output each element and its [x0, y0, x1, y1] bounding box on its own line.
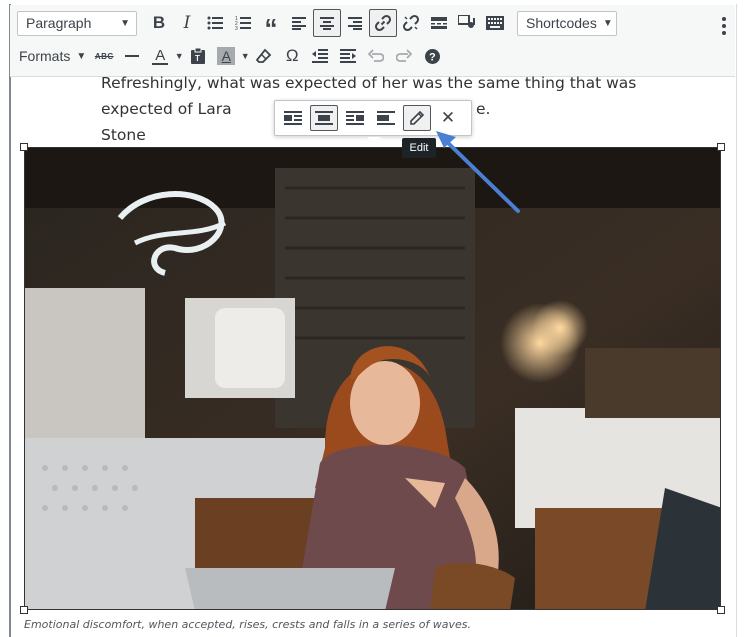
- paragraph-line-2-end: e.: [476, 100, 491, 118]
- vertical-ellipsis-icon: [722, 17, 726, 35]
- redo-button[interactable]: [390, 42, 418, 70]
- formats-label: Formats: [19, 48, 71, 64]
- shortcodes-value: Shortcodes: [526, 15, 597, 31]
- undo-button[interactable]: [362, 42, 390, 70]
- shortcodes-select[interactable]: Shortcodes ▼: [517, 10, 617, 36]
- toolbar-row-2: Formats ▼ ABC A ▼ T A ▼ Ω ?: [10, 40, 446, 72]
- increase-indent-button[interactable]: [334, 42, 362, 70]
- resize-handle-bottom-right[interactable]: [717, 606, 725, 614]
- image-align-left-button[interactable]: [279, 105, 307, 131]
- undo-icon: [368, 49, 385, 62]
- remove-link-button[interactable]: [397, 9, 425, 37]
- selected-image[interactable]: [24, 147, 721, 610]
- paragraph-line-2-start: expected of Lara Stone: [101, 100, 232, 144]
- eraser-icon: [256, 48, 272, 63]
- editor-toolbar: Paragraph ▼ B I 123 “ Shortcodes ▼ Forma…: [10, 5, 735, 77]
- align-right-button[interactable]: [341, 9, 369, 37]
- image-caption: Emotional discomfort, when accepted, ris…: [24, 618, 472, 631]
- image-edit-button[interactable]: [403, 105, 431, 131]
- outdent-icon: [312, 49, 329, 63]
- omega-icon: Ω: [285, 46, 299, 65]
- resize-handle-bottom-left[interactable]: [20, 606, 28, 614]
- horizontal-line-button[interactable]: [118, 42, 146, 70]
- text-color-button[interactable]: A: [146, 42, 174, 70]
- help-icon: ?: [424, 48, 440, 64]
- text-color-icon: A: [155, 46, 166, 64]
- align-left-icon: [292, 16, 306, 30]
- resize-handle-top-right[interactable]: [717, 143, 725, 151]
- image-align-none-button[interactable]: [372, 105, 400, 131]
- background-color-icon: A: [217, 47, 236, 65]
- align-none-icon: [377, 111, 395, 125]
- paragraph-format-value: Paragraph: [26, 15, 92, 31]
- media-icon: [458, 15, 475, 28]
- bullet-list-button[interactable]: [201, 9, 229, 37]
- background-color-dropdown[interactable]: ▼: [240, 51, 250, 61]
- blockquote-button[interactable]: “: [257, 9, 285, 41]
- bold-button[interactable]: B: [145, 9, 173, 37]
- keyboard-shortcuts-button[interactable]: [481, 9, 509, 37]
- chevron-down-icon: ▼: [76, 50, 87, 62]
- numbered-list-button[interactable]: 123: [229, 9, 257, 37]
- resize-handle-top-left[interactable]: [20, 143, 28, 151]
- special-character-button[interactable]: Ω: [278, 42, 306, 70]
- add-media-button[interactable]: [453, 9, 481, 37]
- insert-link-button[interactable]: [369, 9, 397, 37]
- strikethrough-icon: ABC: [94, 51, 114, 61]
- read-more-icon: [431, 17, 447, 29]
- svg-text:T: T: [195, 54, 200, 63]
- align-left-button[interactable]: [285, 9, 313, 37]
- formats-menu[interactable]: Formats ▼: [13, 42, 90, 70]
- paragraph-line-1: Refreshingly, what was expected of her w…: [101, 74, 637, 92]
- close-icon: ✕: [440, 108, 456, 127]
- indent-icon: [340, 49, 357, 63]
- bullet-list-icon: [207, 16, 223, 30]
- strikethrough-button[interactable]: ABC: [90, 42, 118, 70]
- link-icon: [374, 14, 392, 32]
- svg-text:?: ?: [429, 51, 436, 63]
- unlink-icon: [402, 14, 420, 32]
- align-center-icon: [320, 16, 334, 30]
- pencil-icon: [410, 110, 425, 125]
- italic-button[interactable]: I: [173, 9, 201, 37]
- decrease-indent-button[interactable]: [306, 42, 334, 70]
- chevron-down-icon: ▼: [120, 17, 130, 29]
- redo-icon: [396, 49, 413, 62]
- horizontal-line-icon: [125, 55, 140, 57]
- chevron-down-icon: ▼: [602, 17, 613, 29]
- align-center-icon: [315, 111, 333, 125]
- clear-formatting-button[interactable]: [250, 42, 278, 70]
- clipboard-icon: T: [191, 48, 206, 64]
- align-right-icon: [346, 111, 364, 125]
- image-align-right-button[interactable]: [341, 105, 369, 131]
- align-right-icon: [348, 16, 362, 30]
- text-color-dropdown[interactable]: ▼: [174, 51, 184, 61]
- paste-as-text-button[interactable]: T: [184, 42, 212, 70]
- more-options-button[interactable]: [722, 17, 726, 40]
- align-left-icon: [284, 111, 302, 125]
- annotation-arrow: [436, 131, 520, 213]
- paragraph-format-select[interactable]: Paragraph ▼: [17, 10, 137, 36]
- image-align-center-button[interactable]: [310, 105, 338, 131]
- toolbar-row-1: Paragraph ▼ B I 123 “ Shortcodes ▼: [10, 7, 617, 41]
- svg-text:3: 3: [235, 26, 238, 30]
- keyboard-icon: [486, 16, 504, 30]
- help-button[interactable]: ?: [418, 42, 446, 70]
- align-center-button[interactable]: [313, 9, 341, 37]
- read-more-button[interactable]: [425, 9, 453, 37]
- numbered-list-icon: 123: [235, 16, 251, 30]
- cafe-photo: [25, 148, 720, 609]
- background-color-button[interactable]: A: [212, 42, 240, 70]
